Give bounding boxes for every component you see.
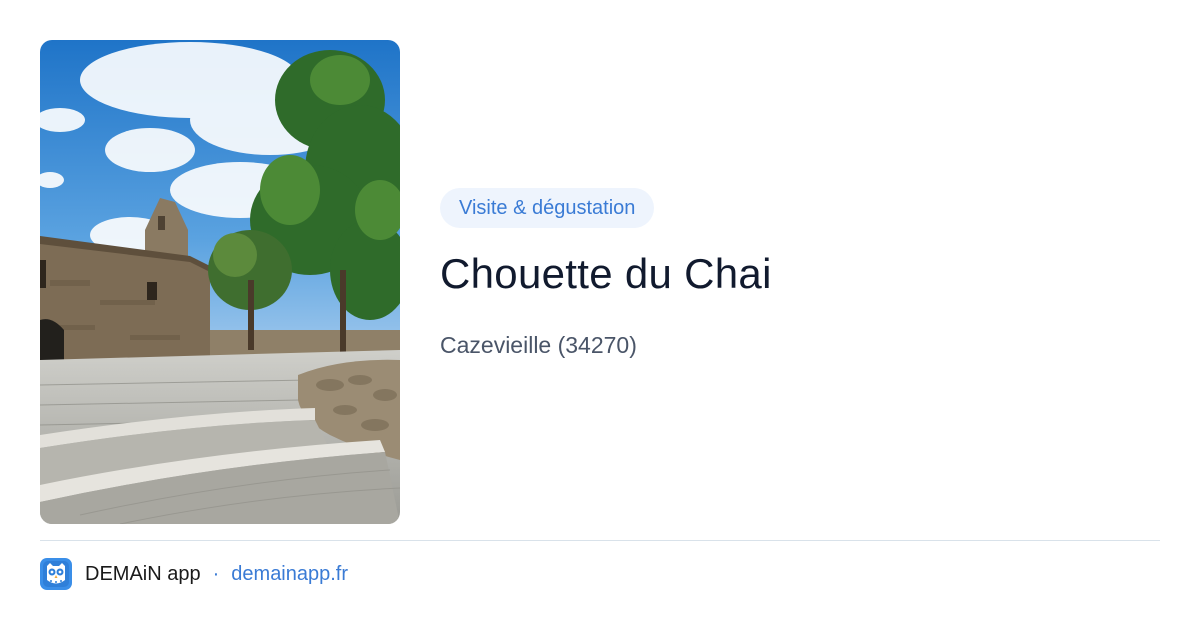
divider <box>40 540 1160 541</box>
footer: DEMAiN app · demainapp.fr <box>40 558 348 590</box>
app-name: DEMAiN app <box>85 562 201 585</box>
place-title: Chouette du Chai <box>440 250 772 297</box>
place-info: Visite & dégustation Chouette du Chai Ca… <box>440 188 1160 360</box>
app-website-link[interactable]: demainapp.fr <box>231 563 348 586</box>
category-badge[interactable]: Visite & dégustation <box>440 188 655 228</box>
place-location: Cazevieille (34270) <box>440 332 637 358</box>
footer-separator: · <box>212 562 220 585</box>
owl-app-icon[interactable] <box>40 558 72 590</box>
place-photo <box>40 40 400 524</box>
